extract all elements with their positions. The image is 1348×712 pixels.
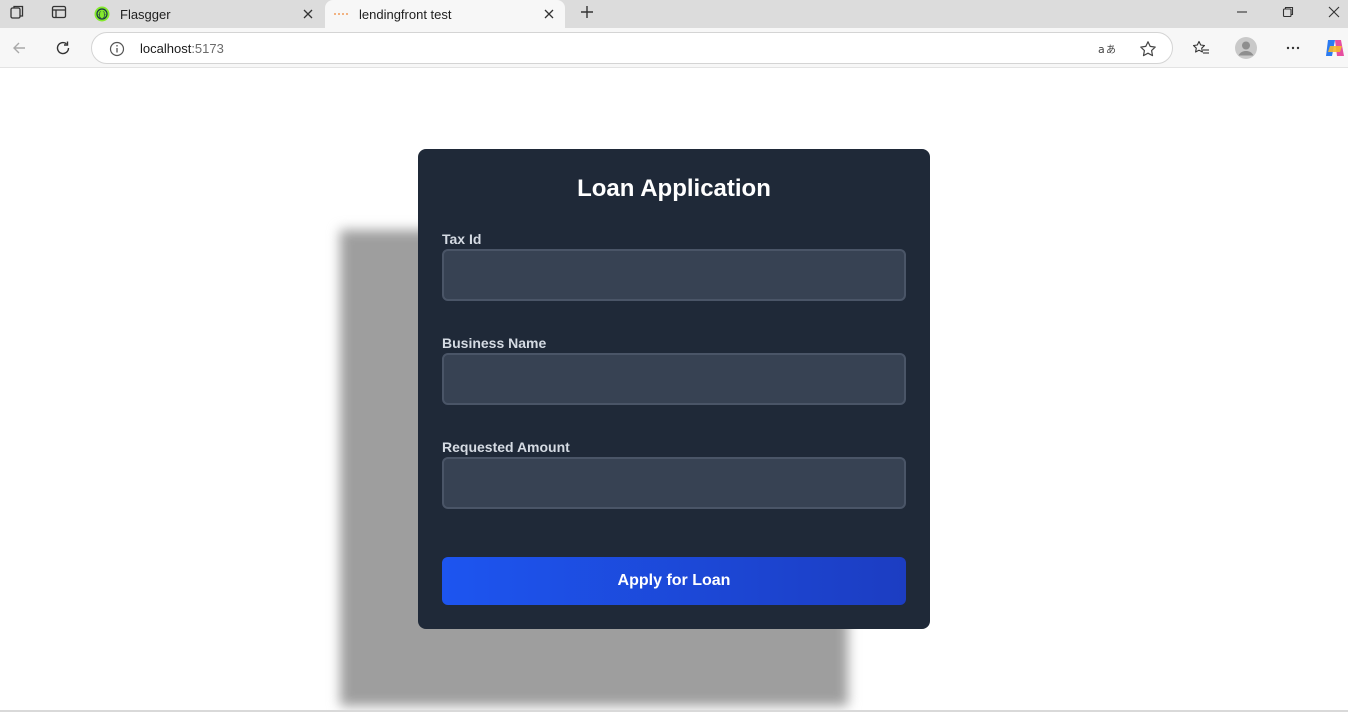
workspaces-icon[interactable] bbox=[1, 0, 33, 24]
reload-icon[interactable] bbox=[48, 33, 78, 63]
browser-toolbar: localhost:5173 aあ bbox=[0, 28, 1348, 68]
tab-title: Flasgger bbox=[120, 6, 171, 22]
tab-actions-icon[interactable] bbox=[43, 0, 75, 24]
close-icon[interactable] bbox=[1311, 0, 1348, 24]
url-host: localhost bbox=[140, 41, 192, 56]
info-icon[interactable] bbox=[108, 40, 126, 58]
loan-application-form: Loan Application Tax Id Business Name Re… bbox=[418, 149, 930, 629]
requested-amount-input[interactable] bbox=[442, 457, 906, 509]
svg-text:あ: あ bbox=[1106, 44, 1116, 56]
business-name-input[interactable] bbox=[442, 353, 906, 405]
tax-id-input[interactable] bbox=[442, 249, 906, 301]
page-viewport: Loan Application Tax Id Business Name Re… bbox=[0, 69, 1348, 710]
svg-text:{}: {} bbox=[98, 11, 107, 19]
business-name-label: Business Name bbox=[442, 335, 547, 351]
form-title: Loan Application bbox=[577, 175, 771, 202]
tab-title: lendingfront test bbox=[359, 6, 452, 22]
close-tab-icon[interactable] bbox=[298, 4, 318, 24]
read-aloud-icon[interactable]: aあ bbox=[1096, 37, 1120, 61]
plus-icon[interactable] bbox=[574, 1, 600, 23]
copilot-icon[interactable] bbox=[1320, 33, 1348, 63]
address-bar[interactable]: localhost:5173 aあ bbox=[91, 32, 1173, 64]
tab-lendingfront-test[interactable]: lendingfront test bbox=[325, 0, 565, 28]
star-icon[interactable] bbox=[1136, 37, 1160, 61]
requested-amount-label: Requested Amount bbox=[442, 439, 570, 455]
minimize-icon[interactable] bbox=[1219, 0, 1265, 24]
profile-icon[interactable] bbox=[1231, 33, 1261, 63]
loading-icon bbox=[333, 6, 349, 22]
url-text: localhost:5173 bbox=[140, 41, 224, 56]
tax-id-label: Tax Id bbox=[442, 231, 482, 247]
tab-bar: {} Flasgger lendingfront test bbox=[0, 0, 1348, 28]
tab-flasgger[interactable]: {} Flasgger bbox=[86, 0, 324, 28]
back-arrow-icon[interactable] bbox=[4, 33, 34, 63]
url-port: :5173 bbox=[191, 41, 224, 56]
svg-text:a: a bbox=[1098, 43, 1105, 56]
more-icon[interactable] bbox=[1278, 33, 1308, 63]
flasgger-icon: {} bbox=[94, 6, 110, 22]
favorites-icon[interactable] bbox=[1186, 33, 1216, 63]
close-tab-icon[interactable] bbox=[539, 4, 559, 24]
restore-icon[interactable] bbox=[1265, 0, 1311, 24]
apply-for-loan-button[interactable]: Apply for Loan bbox=[442, 557, 906, 605]
